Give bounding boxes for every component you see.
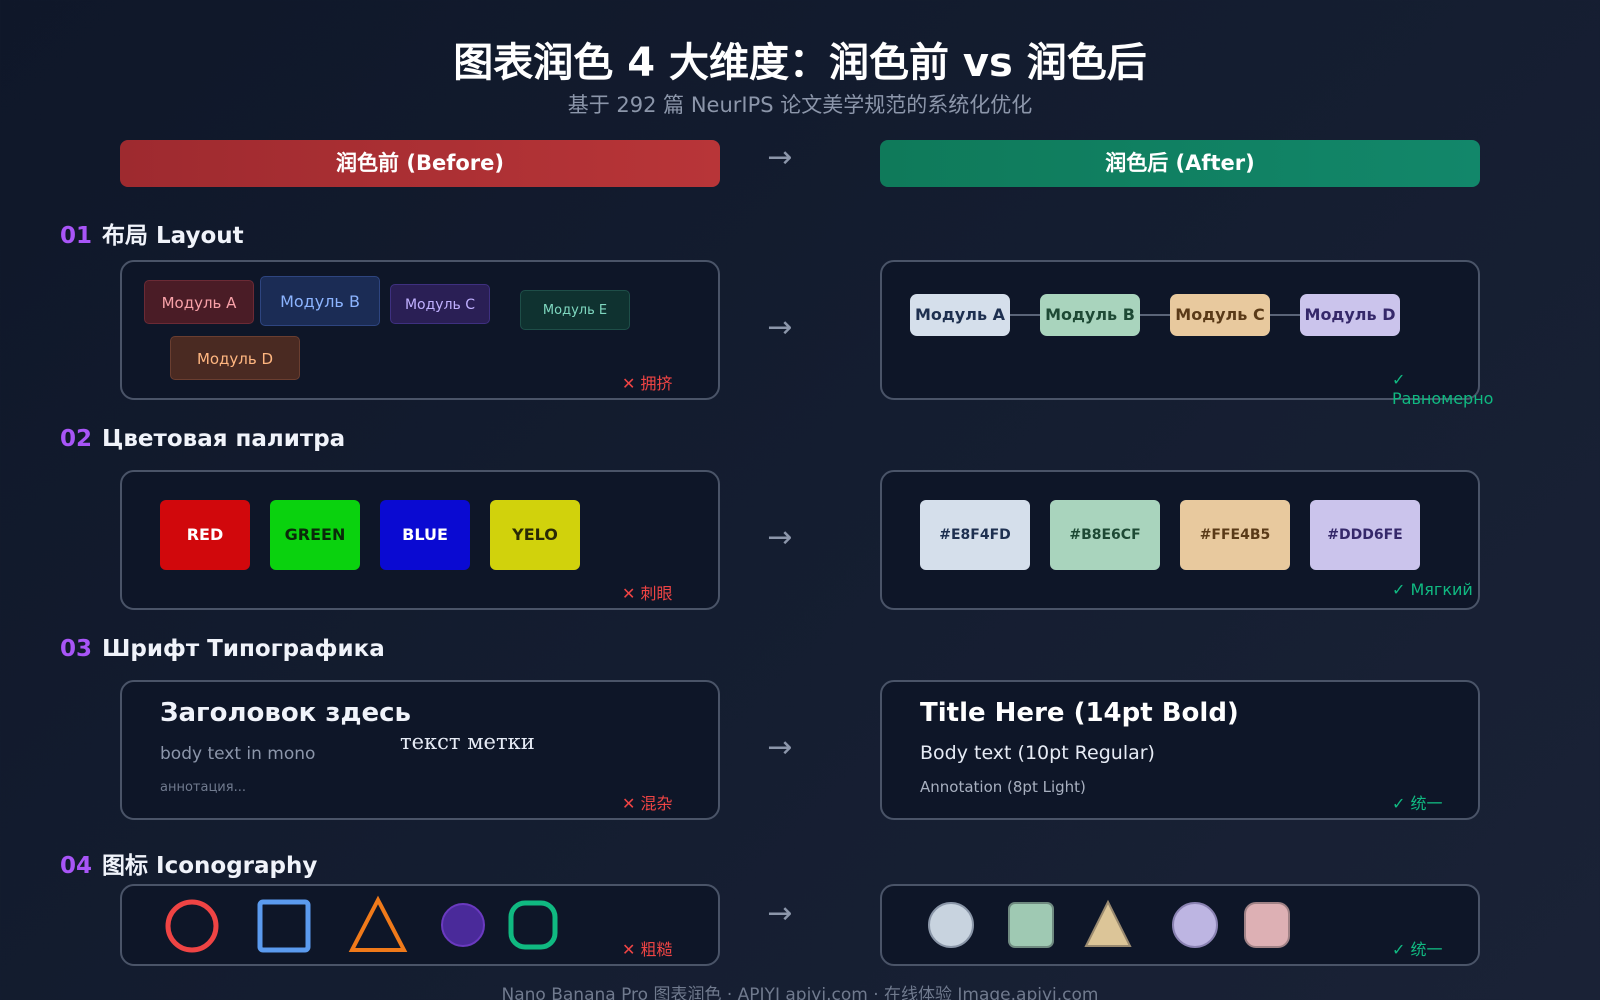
layout-before-card: Модуль A Модуль B Модуль C Модуль E Моду…: [120, 260, 720, 400]
palette-before-card: RED GREEN BLUE YELO ✕ 刺眼: [120, 470, 720, 610]
after-column-header: 润色后 (After): [880, 140, 1480, 187]
layout-arrow-icon: →: [767, 310, 793, 345]
after-annotation: Annotation (8pt Light): [920, 778, 1086, 796]
module-c-box: Модуль C: [390, 284, 490, 324]
rough-circle-icon: [165, 899, 219, 953]
section-title: Шрифт Типографика: [102, 636, 385, 662]
module-d-box: Модуль D: [1300, 294, 1400, 336]
verdict-mixed: ✕ 混杂: [622, 794, 673, 813]
swatch-ffe4b5: #FFE4B5: [1180, 500, 1290, 570]
header-arrow-icon: →: [767, 140, 793, 175]
verdict-crowded: ✕ 拥挤: [622, 374, 673, 393]
after-heading: Title Here (14pt Bold): [920, 698, 1239, 728]
section-number: 01: [60, 223, 93, 249]
typography-after-card: Title Here (14pt Bold) Body text (10pt R…: [880, 680, 1480, 820]
swatch-ddd6fe: #DDD6FE: [1310, 500, 1420, 570]
page-subtitle: 基于 292 篇 NeurIPS 论文美学规范的系统化优化: [567, 93, 1033, 117]
soft-circle-icon: [928, 902, 974, 948]
after-body: Body text (10pt Regular): [920, 742, 1155, 764]
verdict-rough: ✕ 粗糙: [622, 940, 673, 959]
soft-rounded-square-icon: [1244, 902, 1290, 948]
swatch-yellow: YELO: [490, 500, 580, 570]
rough-rounded-square-icon: [508, 900, 558, 950]
before-column-header: 润色前 (Before): [120, 140, 720, 187]
iconography-after-card: ✓ 统一: [880, 884, 1480, 966]
module-c-box: Модуль C: [1170, 294, 1270, 336]
before-body: body text in mono: [160, 744, 316, 764]
layout-after-card: Модуль A Модуль B Модуль C Модуль D ✓ Ра…: [880, 260, 1493, 408]
page-title: 图表润色 4 大维度：润色前 vs 润色后: [453, 40, 1147, 86]
footer-credit: Nano Banana Pro 图表润色 · APIYI apiyi.com ·…: [501, 985, 1099, 1000]
iconography-arrow-icon: →: [767, 896, 793, 931]
connector-line: [1270, 314, 1300, 316]
soft-square-icon: [1008, 902, 1054, 948]
before-label: текст метки: [400, 730, 535, 754]
module-b-box: Модуль B: [1040, 294, 1140, 336]
verdict-unified: ✓ 统一: [1392, 794, 1443, 813]
swatch-green: GREEN: [270, 500, 360, 570]
before-heading: Заголовок здесь: [160, 698, 411, 728]
soft-filled-circle-icon: [1172, 902, 1218, 948]
swatch-red: RED: [160, 500, 250, 570]
swatch-blue: BLUE: [380, 500, 470, 570]
module-a-box: Модуль A: [144, 280, 254, 324]
typography-arrow-icon: →: [767, 730, 793, 765]
verdict-harsh: ✕ 刺眼: [622, 584, 673, 603]
palette-after-card: #E8F4FD #B8E6CF #FFE4B5 #DDD6FE ✓ Мягкий: [880, 470, 1480, 610]
section-label-typography: 03 Шрифт Типографика: [60, 636, 385, 662]
connector-line: [1140, 314, 1170, 316]
module-a-box: Модуль A: [910, 294, 1010, 336]
soft-triangle-icon: [1084, 899, 1132, 947]
swatch-e8f4fd: #E8F4FD: [920, 500, 1030, 570]
swatch-b8e6cf: #B8E6CF: [1050, 500, 1160, 570]
section-title: 图标 Iconography: [102, 853, 318, 879]
rough-square-icon: [257, 899, 311, 953]
module-e-box: Модуль E: [520, 290, 630, 330]
verdict-unified: ✓ 统一: [1392, 940, 1443, 959]
section-title: 布局 Layout: [102, 223, 244, 249]
section-number: 02: [60, 426, 93, 452]
section-label-palette: 02 Цветовая палитра: [60, 426, 345, 452]
before-annotation: аннотация...: [160, 780, 246, 795]
module-b-box: Модуль B: [260, 276, 380, 326]
rough-triangle-icon: [348, 895, 408, 952]
section-label-layout: 01 布局 Layout: [60, 216, 244, 250]
typography-before-card: Заголовок здесь текст метки body text in…: [120, 680, 720, 820]
section-number: 03: [60, 636, 93, 662]
section-label-iconography: 04 图标 Iconography: [60, 846, 317, 880]
palette-arrow-icon: →: [767, 520, 793, 555]
module-d-box: Модуль D: [170, 336, 300, 380]
section-number: 04: [60, 853, 93, 879]
verdict-even: ✓ Равномерно: [1392, 370, 1494, 408]
verdict-soft: ✓ Мягкий: [1392, 580, 1473, 599]
rough-filled-circle-icon: [441, 903, 485, 947]
iconography-before-card: ✕ 粗糙: [120, 884, 720, 966]
connector-line: [1010, 314, 1040, 316]
section-title: Цветовая палитра: [102, 426, 346, 452]
